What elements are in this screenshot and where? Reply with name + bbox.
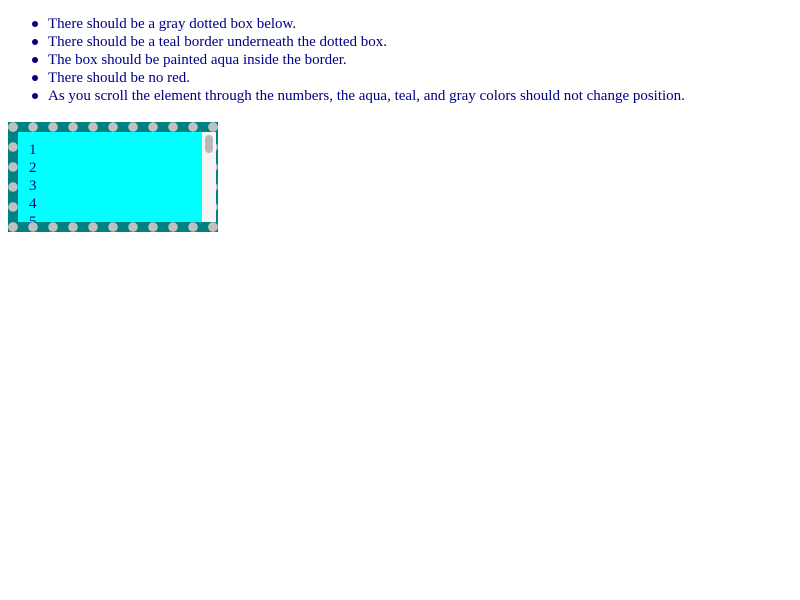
list-item: The box should be painted aqua inside th…: [0, 51, 685, 69]
instruction-text: There should be no red.: [48, 70, 191, 86]
bullet-icon: [32, 57, 38, 63]
bullet-icon: [32, 21, 38, 27]
instruction-list: There should be a gray dotted box below.…: [0, 15, 685, 105]
scrollbar-thumb[interactable]: [205, 135, 213, 153]
number-list: 1 2 3 4 5: [18, 141, 202, 222]
bullet-icon: [32, 93, 38, 99]
list-item: There should be a gray dotted box below.: [0, 15, 685, 33]
number-item: 3: [29, 178, 37, 194]
test-page: There should be a gray dotted box below.…: [0, 0, 800, 600]
instruction-text: There should be a teal border underneath…: [48, 34, 388, 50]
dotted-border-left: [8, 122, 18, 232]
number-item: 2: [29, 160, 37, 176]
number-item: 4: [29, 196, 37, 212]
instruction-text: There should be a gray dotted box below.: [48, 16, 297, 32]
instruction-text: The box should be painted aqua inside th…: [48, 52, 347, 68]
list-item: As you scroll the element through the nu…: [0, 87, 685, 105]
bullet-icon: [32, 75, 38, 81]
vertical-scrollbar[interactable]: [202, 132, 216, 222]
list-item: There should be no red.: [0, 69, 685, 87]
instruction-text: As you scroll the element through the nu…: [48, 88, 685, 104]
scroll-viewport[interactable]: 1 2 3 4 5: [18, 132, 202, 222]
bullet-icon: [32, 39, 38, 45]
list-item: There should be a teal border underneath…: [0, 33, 685, 51]
number-item: 5: [29, 214, 37, 222]
number-item: 1: [29, 142, 37, 158]
dotted-scroll-box[interactable]: 1 2 3 4 5: [8, 122, 218, 232]
dotted-border-bottom: [8, 222, 218, 232]
dotted-border-top: [8, 122, 218, 132]
